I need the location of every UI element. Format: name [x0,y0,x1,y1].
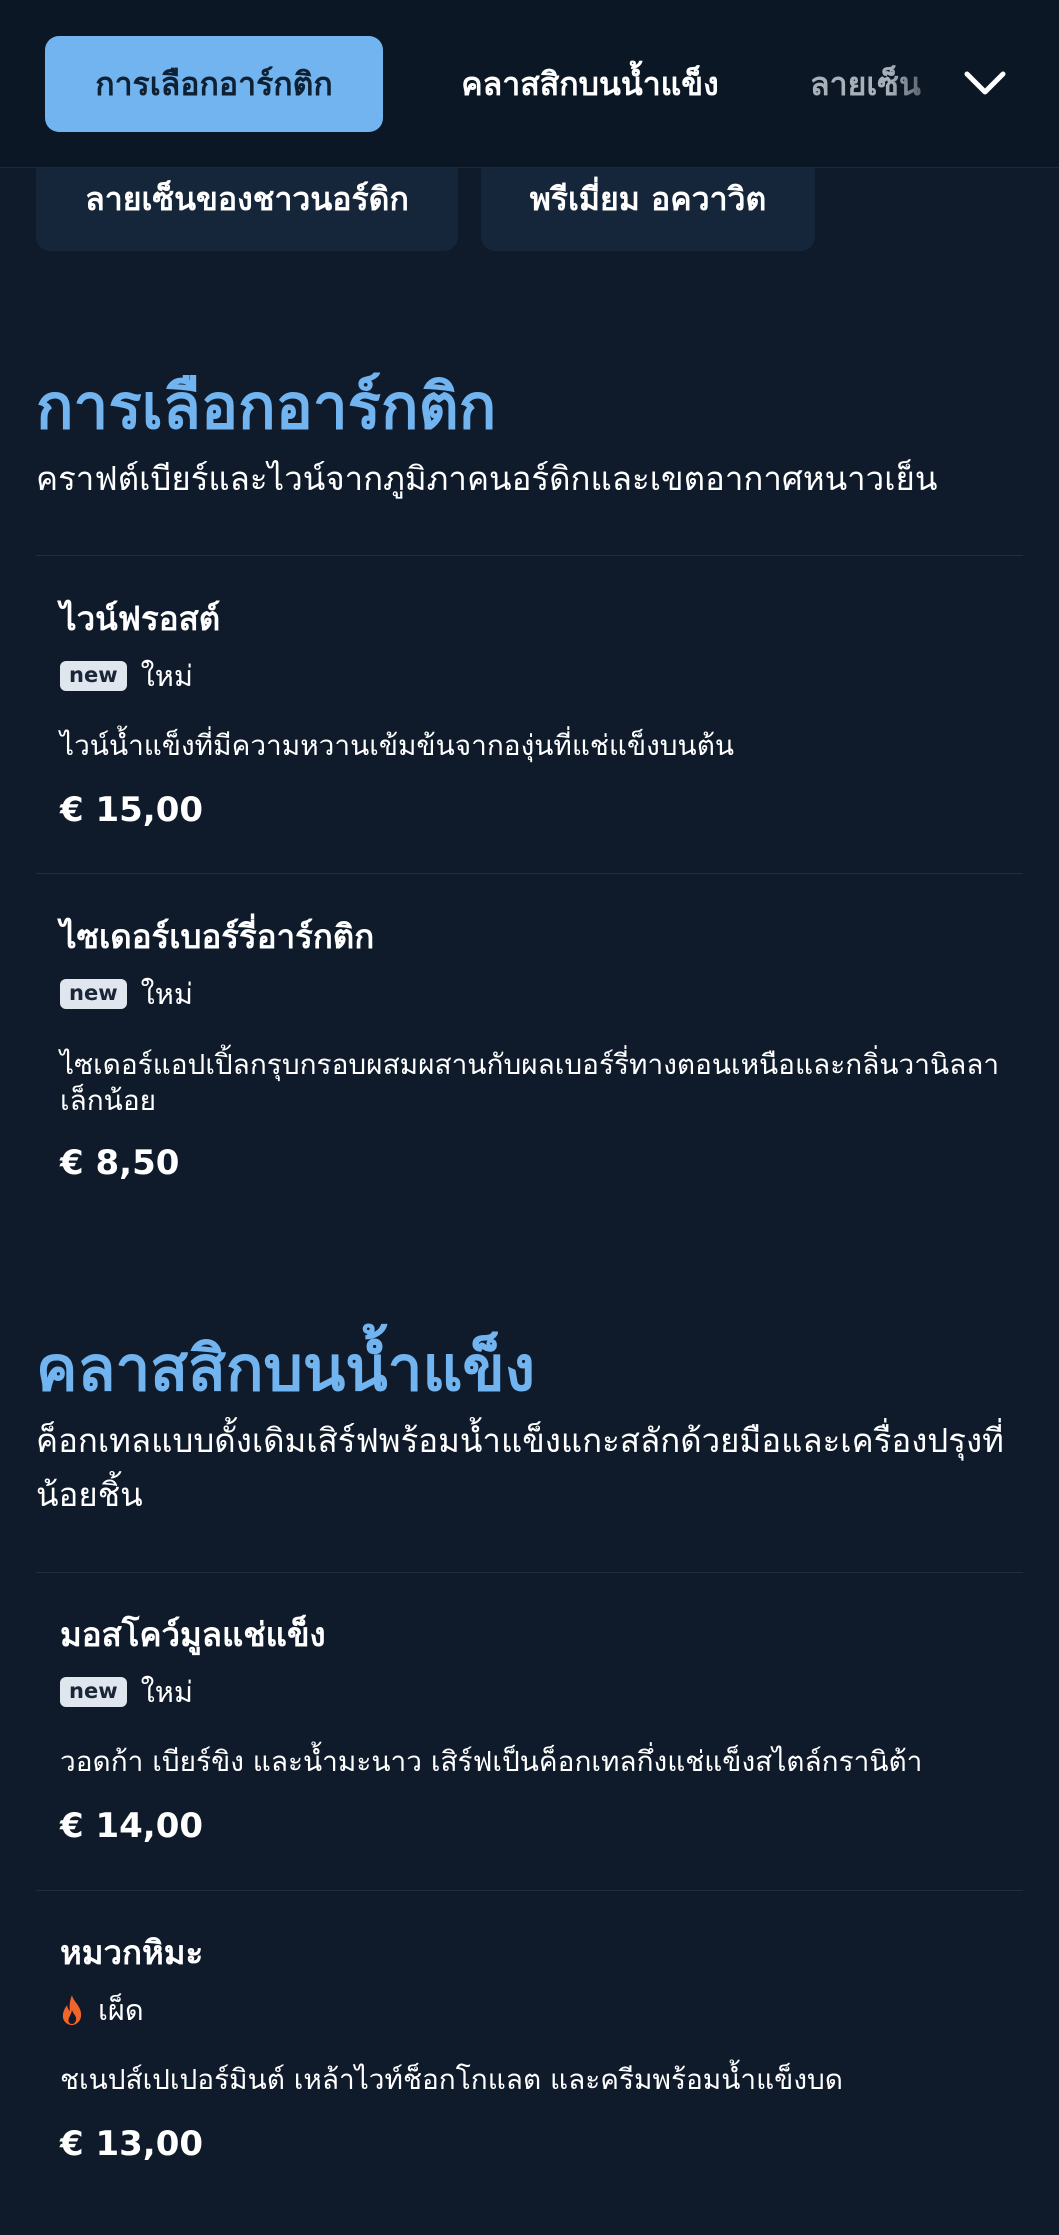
tab-classics-on-ice[interactable]: คลาสสิกบนน้ำแข็ง [420,36,760,132]
menu-item-price: € 15,00 [60,790,204,830]
item-tags: new ใหม่ [60,656,193,696]
divider [36,1890,1023,1891]
flame-icon [60,1994,84,2026]
menu-item-price: € 14,00 [60,1806,204,1846]
menu-item-name: มอสโคว์มูลแช่แข็ง [60,1615,326,1654]
chip-premium-aquavit[interactable]: พรีเมี่ยม อควาวิต [481,155,815,251]
divider [36,555,1023,556]
chip-nordic-signature[interactable]: ลายเซ็นของชาวนอร์ดิก [36,155,458,251]
tag-label: ใหม่ [140,659,193,693]
tag-label: ใหม่ [140,977,193,1011]
menu-item-name: ไซเดอร์เบอร์รี่อาร์กติก [60,917,375,956]
item-tags: new ใหม่ [60,1672,193,1712]
item-tags: new ใหม่ [60,974,193,1014]
menu-item-description: ไซเดอร์แอปเปิ้ลกรุบกรอบผสมผสานกับผลเบอร์… [60,1048,1000,1117]
tab-arctic-selection[interactable]: การเลือกอาร์กติก [45,36,383,132]
new-badge: new [60,661,127,691]
new-badge: new [60,1677,127,1707]
menu-item-description: วอดก้า เบียร์ขิง และน้ำมะนาว เสิร์ฟเป็นค… [60,1745,923,1778]
tag-label: เผ็ด [98,1993,144,2027]
new-badge: new [60,979,127,1009]
section-description: ค็อกเทลแบบดั้งเดิมเสิร์ฟพร้อมน้ำแข็งแกะส… [36,1421,1004,1514]
divider [36,873,1023,874]
divider [36,1572,1023,1573]
category-nav: การเลือกอาร์กติก คลาสสิกบนน้ำแข็ง ลายเซ็… [0,0,1059,168]
menu-item-description: ชเนปส์เปเปอร์มินต์ เหล้าไวท์ช็อกโกแลต แล… [60,2063,843,2096]
menu-item-price: € 13,00 [60,2124,204,2164]
menu-item-price: € 8,50 [60,1143,180,1183]
section-title: การเลือกอาร์กติก [36,370,497,443]
menu-item-description: ไวน์น้ำแข็งที่มีความหวานเข้มข้นจากองุ่นท… [60,729,735,762]
section-description: คราฟต์เบียร์และไวน์จากภูมิภาคนอร์ดิกและเ… [36,459,938,498]
menu-item-name: ไวน์ฟรอสต์ [60,599,221,638]
chevron-down-icon[interactable] [955,58,1015,108]
section-title: คลาสสิกบนน้ำแข็ง [36,1332,536,1405]
tag-label: ใหม่ [140,1675,193,1709]
menu-item-name: หมวกหิมะ [60,1933,204,1972]
item-tags: เผ็ด [60,1990,144,2030]
